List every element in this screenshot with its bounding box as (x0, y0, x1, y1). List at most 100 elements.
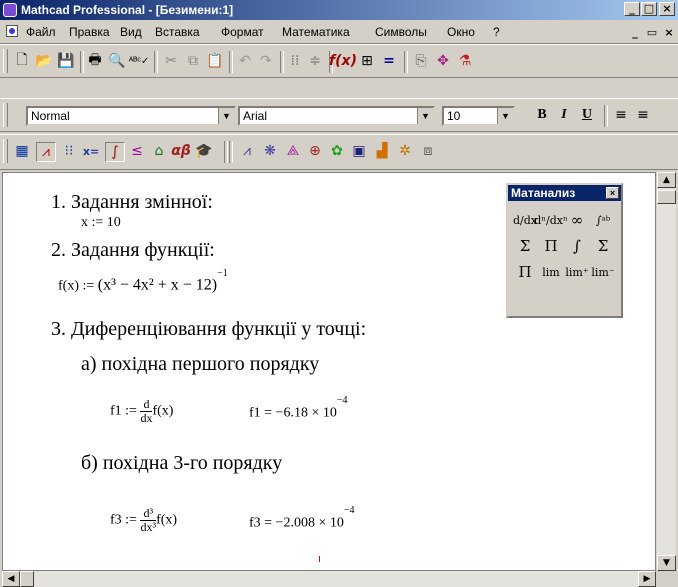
palette-title-bar[interactable]: Матанализ × (508, 185, 621, 201)
symbolic-palette-icon[interactable]: 🎓 (195, 142, 213, 160)
plot-wizard-icon[interactable]: ⧈ (419, 142, 437, 160)
function-definition[interactable]: f(x) := (x³ − 4x² + x − 12)−1 (58, 268, 228, 295)
palette-close-button[interactable]: × (606, 187, 619, 199)
minimize-button[interactable]: _ (624, 2, 640, 16)
section-3-heading: 3. Диференціювання функції у точці: (51, 318, 367, 340)
undo-icon[interactable]: ↶ (236, 52, 254, 70)
range-product-button[interactable]: Π (538, 233, 564, 259)
chevron-down-icon[interactable]: ▼ (497, 108, 513, 124)
f3-result-exponent: −4 (343, 505, 355, 516)
scroll-up-button[interactable]: ▲ (657, 172, 676, 188)
calculator-palette-icon[interactable]: ▦ (13, 142, 31, 160)
polar-plot-icon[interactable]: ❋ (261, 142, 279, 160)
align-center-icon[interactable]: ≡ (634, 106, 652, 124)
standard-toolbar: 🗋 📂 💾 🖶 🔍 ᴬᴮᶜ✓ ✂ ⧉ 📋 ↶ ↷ ⁞⁞ ≑ f(x) ⊞ = ⎘… (0, 44, 678, 78)
scroll-left-button[interactable]: ◀ (2, 571, 20, 587)
vertical-scrollbar[interactable]: ▲ ▼ (656, 172, 676, 571)
summation-button[interactable]: Σ (590, 233, 616, 259)
align-across-icon[interactable]: ⁞⁞ (286, 52, 304, 70)
product-button[interactable]: Π (512, 259, 538, 285)
scroll-right-button[interactable]: ▶ (638, 571, 656, 587)
insert-function-icon[interactable]: f(x) (329, 52, 357, 70)
font-select[interactable]: Arial ▼ (238, 106, 435, 126)
first-derivative-definition[interactable]: f1 := d dx f(x) (110, 398, 173, 425)
doc-restore-button[interactable]: ▭ (645, 26, 659, 39)
menu-symbols[interactable]: Символы (375, 25, 427, 39)
calculate-icon[interactable]: = (380, 52, 398, 70)
save-icon[interactable]: 💾 (57, 52, 75, 70)
surface-plot-icon[interactable]: ⟁ (284, 142, 302, 160)
doc-minimize-button[interactable]: _ (628, 26, 642, 39)
greek-palette-icon[interactable]: αβ (171, 142, 191, 160)
insert-hyperlink-icon[interactable]: ⎘ (412, 52, 430, 70)
copy-icon[interactable]: ⧉ (184, 52, 202, 70)
first-derivative-result[interactable]: f1 = −6.18 × 10−4 (249, 395, 348, 422)
document-icon[interactable] (6, 25, 18, 37)
menu-math[interactable]: Математика (282, 25, 350, 39)
insert-unit-icon[interactable]: ⊞ (358, 52, 376, 70)
function-lhs: f(x) := (58, 278, 98, 294)
menu-format[interactable]: Формат (221, 25, 264, 39)
bar-plot-icon[interactable]: ▟ (373, 142, 391, 160)
resource-center-icon[interactable]: ⚗ (456, 52, 474, 70)
font-size-value: 10 (447, 109, 461, 123)
new-icon[interactable]: 🗋 (13, 52, 31, 70)
menu-edit[interactable]: Правка (69, 25, 110, 39)
contour-plot-icon[interactable]: ⊕ (306, 142, 324, 160)
infinity-button[interactable]: ∞ (564, 207, 590, 233)
align-down-icon[interactable]: ≑ (306, 52, 324, 70)
spell-check-icon[interactable]: ᴬᴮᶜ✓ (129, 52, 150, 70)
cut-icon[interactable]: ✂ (162, 52, 180, 70)
menu-window[interactable]: Окно (447, 25, 475, 39)
subsection-3a-heading: а) похідна першого порядку (81, 353, 320, 375)
style-select[interactable]: Normal ▼ (26, 106, 236, 126)
doc-close-button[interactable]: × (662, 26, 676, 39)
insert-component-icon[interactable]: ✥ (434, 52, 452, 70)
menu-insert[interactable]: Вставка (155, 25, 200, 39)
right-limit-button[interactable]: lim⁺ (564, 259, 590, 285)
maximize-button[interactable]: □ (641, 2, 657, 16)
redo-icon[interactable]: ↷ (257, 52, 275, 70)
title-bar: Mathcad Professional - [Безимени:1] _ □ … (0, 0, 678, 20)
patch-plot-icon[interactable]: ✲ (396, 142, 414, 160)
calculus-palette-icon[interactable]: ∫ (105, 142, 125, 162)
range-sum-button[interactable]: Σ (512, 233, 538, 259)
h-scroll-thumb[interactable] (20, 571, 34, 587)
print-preview-icon[interactable]: 🔍 (108, 52, 126, 70)
italic-button[interactable]: I (555, 106, 573, 124)
third-derivative-definition[interactable]: f3 := d³ dx³ f(x) (110, 507, 177, 534)
size-grip (656, 571, 678, 587)
indefinite-integral-button[interactable]: ∫ (564, 233, 590, 259)
bold-button[interactable]: B (533, 106, 551, 124)
open-icon[interactable]: 📂 (35, 52, 53, 70)
menu-help[interactable]: ? (493, 25, 500, 39)
evaluation-palette-icon[interactable]: x= (82, 142, 100, 160)
menu-file[interactable]: Файл (26, 25, 56, 39)
worksheet[interactable]: 1. Задання змінної: x := 10 2. Задання ф… (2, 172, 656, 571)
left-limit-button[interactable]: lim⁻ (590, 259, 616, 285)
print-icon[interactable]: 🖶 (86, 52, 104, 70)
chevron-down-icon[interactable]: ▼ (218, 108, 234, 124)
xy-plot-icon[interactable]: ⩘ (238, 142, 256, 160)
definite-integral-button[interactable]: ∫ᵃᵇ (590, 207, 616, 233)
limit-button[interactable]: lim (538, 259, 564, 285)
scroll-thumb[interactable] (657, 190, 676, 204)
font-size-select[interactable]: 10 ▼ (442, 106, 515, 126)
programming-palette-icon[interactable]: ⌂ (150, 142, 168, 160)
scatter-plot-icon[interactable]: ✿ (328, 142, 346, 160)
chevron-down-icon[interactable]: ▼ (417, 108, 433, 124)
scroll-down-button[interactable]: ▼ (657, 555, 676, 571)
graph-palette-icon[interactable]: ⩘ (36, 142, 56, 162)
close-button[interactable]: × (659, 2, 675, 16)
menu-view[interactable]: Вид (120, 25, 142, 39)
underline-button[interactable]: U (578, 106, 596, 124)
third-derivative-result[interactable]: f3 = −2.008 × 10−4 (249, 505, 355, 532)
vector-field-icon[interactable]: ▣ (350, 142, 368, 160)
x-definition[interactable]: x := 10 (81, 215, 121, 231)
align-left-icon[interactable]: ≡ (612, 106, 630, 124)
boolean-palette-icon[interactable]: ≤ (128, 142, 146, 160)
matrix-palette-icon[interactable]: ⁝⁝ (60, 142, 78, 160)
paste-icon[interactable]: 📋 (206, 52, 224, 70)
nth-derivative-button[interactable]: dⁿ/dxⁿ (534, 207, 568, 233)
horizontal-scrollbar[interactable]: ◀ ▶ (2, 571, 656, 587)
